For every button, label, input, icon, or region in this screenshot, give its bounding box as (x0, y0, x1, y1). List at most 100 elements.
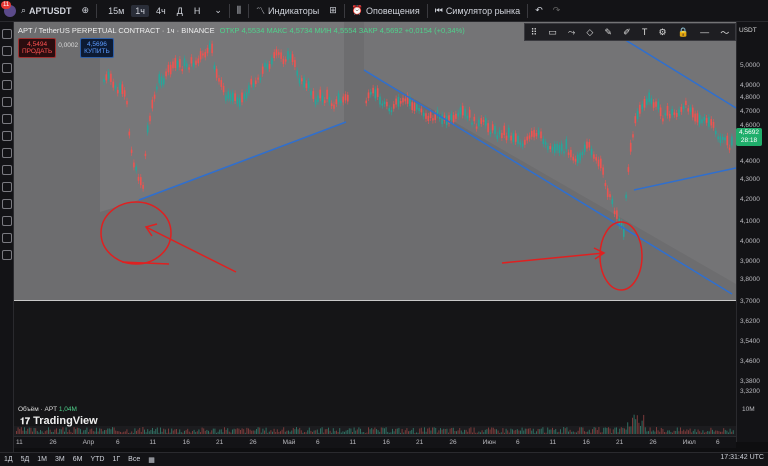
chart-type-button[interactable]: ⫼ (232, 0, 246, 22)
volume-bar (611, 432, 613, 434)
candle-body (558, 145, 561, 153)
volume-bar (209, 432, 211, 434)
symbol-description: APT / TetherUS PERPETUAL CONTRACT · 1ч ·… (18, 26, 215, 35)
redo-button[interactable]: ↷ (548, 0, 566, 22)
undo-button[interactable]: ↶ (530, 0, 548, 22)
timeframe-3[interactable]: Д (173, 5, 187, 17)
text-tool-icon[interactable] (2, 131, 12, 141)
volume-bar (382, 427, 384, 434)
lock-icon[interactable]: 🔒 (678, 27, 689, 38)
prediction-tool-icon[interactable] (2, 97, 12, 107)
alerts-button[interactable]: ⏰ Оповещения (347, 0, 425, 22)
wave-icon[interactable]: 〜 (720, 26, 729, 39)
volume-bar (152, 427, 153, 434)
volume-bar (403, 432, 405, 434)
volume-bar (99, 428, 101, 434)
volume-bar (616, 427, 617, 434)
timeframe-dropdown[interactable]: ⌄ (209, 0, 227, 22)
timeframe-0[interactable]: 15м (104, 5, 128, 17)
user-avatar[interactable]: 11 (1, 0, 16, 17)
brush-icon[interactable]: ✐ (623, 27, 631, 38)
path-icon[interactable]: ⤳ (568, 27, 575, 38)
volume-bar (558, 431, 560, 434)
simulator-button[interactable]: ⏮ Симулятор рынка (430, 0, 525, 22)
utc-clock[interactable]: 17:31:42 UTC (720, 454, 764, 461)
range-YTD[interactable]: YTD (86, 456, 108, 463)
sell-button[interactable]: 4,5494 ПРОДАТЬ (18, 38, 57, 58)
candle-body (199, 51, 202, 60)
buy-button[interactable]: 4,5696 КУПИТЬ (80, 38, 114, 58)
candle-body (606, 188, 609, 197)
ruler-tool-icon[interactable] (2, 165, 12, 175)
candle-body (710, 119, 712, 126)
candle-body (268, 63, 271, 69)
volume-bar (440, 428, 441, 434)
trendline-tool-icon[interactable] (2, 46, 12, 56)
range-3М[interactable]: 3М (51, 456, 69, 463)
magnet-tool-icon[interactable] (2, 199, 12, 209)
rectangle-icon[interactable]: ▭ (548, 27, 557, 38)
symbol-search[interactable]: ⌕ APTUSDT (16, 0, 77, 22)
volume-bar (489, 429, 491, 434)
volume-bar (542, 427, 544, 434)
text-icon[interactable]: T (642, 27, 648, 37)
volume-bar (622, 427, 624, 434)
time-axis[interactable]: 11 26 Апр 6 11 16 21 26 Май 6 11 16 21 26 Июн 6 11 16 21 26… (14, 436, 736, 448)
candle-body (680, 106, 683, 112)
volume-bar (601, 432, 603, 434)
tradingview-logo[interactable]: 𝟏𝟕 TradingView (20, 415, 98, 427)
crosshair-tool-icon[interactable] (2, 29, 12, 39)
volume-bar (638, 422, 640, 434)
bar-countdown: 28:18 (740, 137, 758, 144)
volume-bar (580, 427, 582, 434)
range-1Г[interactable]: 1Г (108, 456, 124, 463)
candle-body (337, 93, 340, 102)
fib-tool-icon[interactable] (2, 63, 12, 73)
timeframe-4[interactable]: Н (190, 5, 205, 17)
range-1М[interactable]: 1М (33, 456, 51, 463)
icon-tool-icon[interactable] (2, 148, 12, 158)
volume-bar (454, 430, 456, 434)
volume-bar (265, 427, 267, 434)
add-symbol-button[interactable]: ⊕ (77, 0, 95, 22)
volume-bar (446, 428, 448, 434)
divider (96, 3, 98, 18)
template-icon[interactable]: ◇ (586, 27, 593, 38)
chart-canvas[interactable] (14, 22, 736, 442)
range-5Д[interactable]: 5Д (17, 456, 34, 463)
volume-bar (33, 427, 35, 434)
timeframe-1[interactable]: 1ч (131, 4, 149, 17)
candle-body (416, 104, 418, 110)
indicators-button[interactable]: 〽 Индикаторы (251, 0, 324, 22)
volume-bar (294, 429, 296, 434)
range-1Д[interactable]: 1Д (0, 456, 17, 463)
calendar-icon[interactable]: ▦ (144, 456, 159, 464)
hide-drawings-icon[interactable] (2, 233, 12, 243)
drag-handle-icon[interactable]: ⠿ (531, 27, 538, 38)
candle-body (264, 62, 266, 68)
currency-label[interactable]: USDT (739, 27, 757, 34)
zoom-tool-icon[interactable] (2, 182, 12, 192)
volume-bar (556, 432, 558, 434)
trash-icon[interactable] (2, 250, 12, 260)
timeframe-2[interactable]: 4ч (152, 5, 170, 17)
volume-bar (603, 427, 605, 434)
settings-icon[interactable]: ⚙ (659, 27, 667, 38)
volume-bar (484, 429, 486, 434)
pattern-tool-icon[interactable] (2, 80, 12, 90)
volume-bar (518, 430, 520, 434)
range-6М[interactable]: 6М (69, 456, 87, 463)
lock-tool-icon[interactable] (2, 216, 12, 226)
time-tick: 26 (649, 439, 657, 446)
pencil-icon[interactable]: ✎ (604, 27, 612, 38)
candle-body (459, 107, 462, 115)
brush-tool-icon[interactable] (2, 114, 12, 124)
volume-bar (350, 428, 352, 434)
range-Все[interactable]: Все (124, 456, 144, 463)
volume-bar (486, 429, 488, 434)
line-style-icon[interactable]: — (700, 27, 709, 37)
price-axis[interactable]: 5,0000 4,9000 4,8000 4,7000 4,6000 4,4000 4,30… (736, 22, 768, 442)
price-tick: 3,5400 (740, 338, 760, 345)
volume-bar (465, 429, 467, 434)
layout-button[interactable]: ⊞ (324, 0, 342, 22)
